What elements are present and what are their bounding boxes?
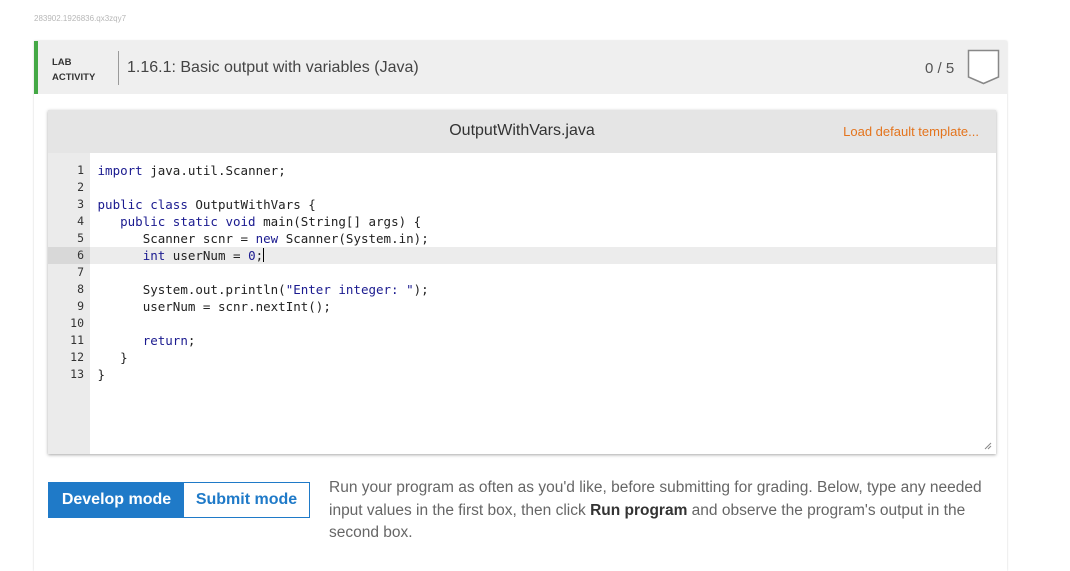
line-number: 6 [77, 248, 84, 262]
line-number: 12 [70, 350, 84, 364]
instructions-text: Run your program as often as you'd like,… [329, 477, 994, 545]
code-editor: OutputWithVars.java Load default templat… [48, 110, 996, 454]
session-id-text: 283902.1926836.qx3zqy7 [34, 14, 127, 23]
code-line[interactable]: } [90, 366, 996, 383]
line-number: 10 [70, 316, 84, 330]
line-number: 3 [77, 197, 84, 211]
submit-mode-button[interactable]: Submit mode [184, 483, 309, 517]
line-number: 13 [70, 367, 84, 381]
code-line[interactable]: public static void main(String[] args) { [90, 213, 996, 230]
score-text: 0 / 5 [925, 60, 955, 77]
lab-activity-tag: LAB ACTIVITY [52, 55, 95, 85]
code-line[interactable]: } [90, 349, 996, 366]
develop-mode-button[interactable]: Develop mode [49, 483, 184, 517]
code-line[interactable]: int userNum = 0; [90, 247, 996, 264]
run-program-emphasis: Run program [590, 501, 688, 519]
lab-tag-line2: ACTIVITY [52, 72, 96, 83]
score-badge-icon [967, 49, 1000, 85]
resize-handle-icon[interactable] [984, 442, 992, 450]
lab-tag-line1: LAB [52, 57, 72, 68]
editor-header: OutputWithVars.java Load default templat… [48, 110, 996, 153]
code-line[interactable]: Scanner scnr = new Scanner(System.in); [90, 230, 996, 247]
line-number: 9 [77, 299, 84, 313]
line-number: 2 [77, 180, 84, 194]
code-line[interactable]: import java.util.Scanner; [90, 162, 996, 179]
line-number: 5 [77, 231, 84, 245]
lab-title: 1.16.1: Basic output with variables (Jav… [127, 59, 419, 76]
code-line[interactable] [90, 315, 996, 332]
code-line[interactable]: userNum = scnr.nextInt(); [90, 298, 996, 315]
line-number: 8 [77, 282, 84, 296]
code-line[interactable]: public class OutputWithVars { [90, 196, 996, 213]
code-line[interactable] [90, 264, 996, 281]
code-text-area[interactable]: import java.util.Scanner; public class O… [90, 153, 996, 454]
code-line[interactable]: System.out.println("Enter integer: "); [90, 281, 996, 298]
load-default-template-link[interactable]: Load default template... [843, 124, 979, 139]
line-number: 1 [77, 163, 84, 177]
code-line[interactable]: return; [90, 332, 996, 349]
text-cursor [263, 248, 265, 262]
header-divider [118, 51, 119, 85]
line-number: 4 [77, 214, 84, 228]
lab-activity-card: LAB ACTIVITY 1.16.1: Basic output with v… [34, 41, 1007, 571]
lab-header: LAB ACTIVITY 1.16.1: Basic output with v… [34, 41, 1007, 94]
line-number-gutter: 1 2 3 4 5 6 7 8 9 10 11 12 13 [48, 153, 90, 454]
line-number: 7 [77, 265, 84, 279]
mode-toggle: Develop mode Submit mode [48, 482, 310, 518]
code-line[interactable] [90, 179, 996, 196]
line-number: 11 [70, 333, 84, 347]
